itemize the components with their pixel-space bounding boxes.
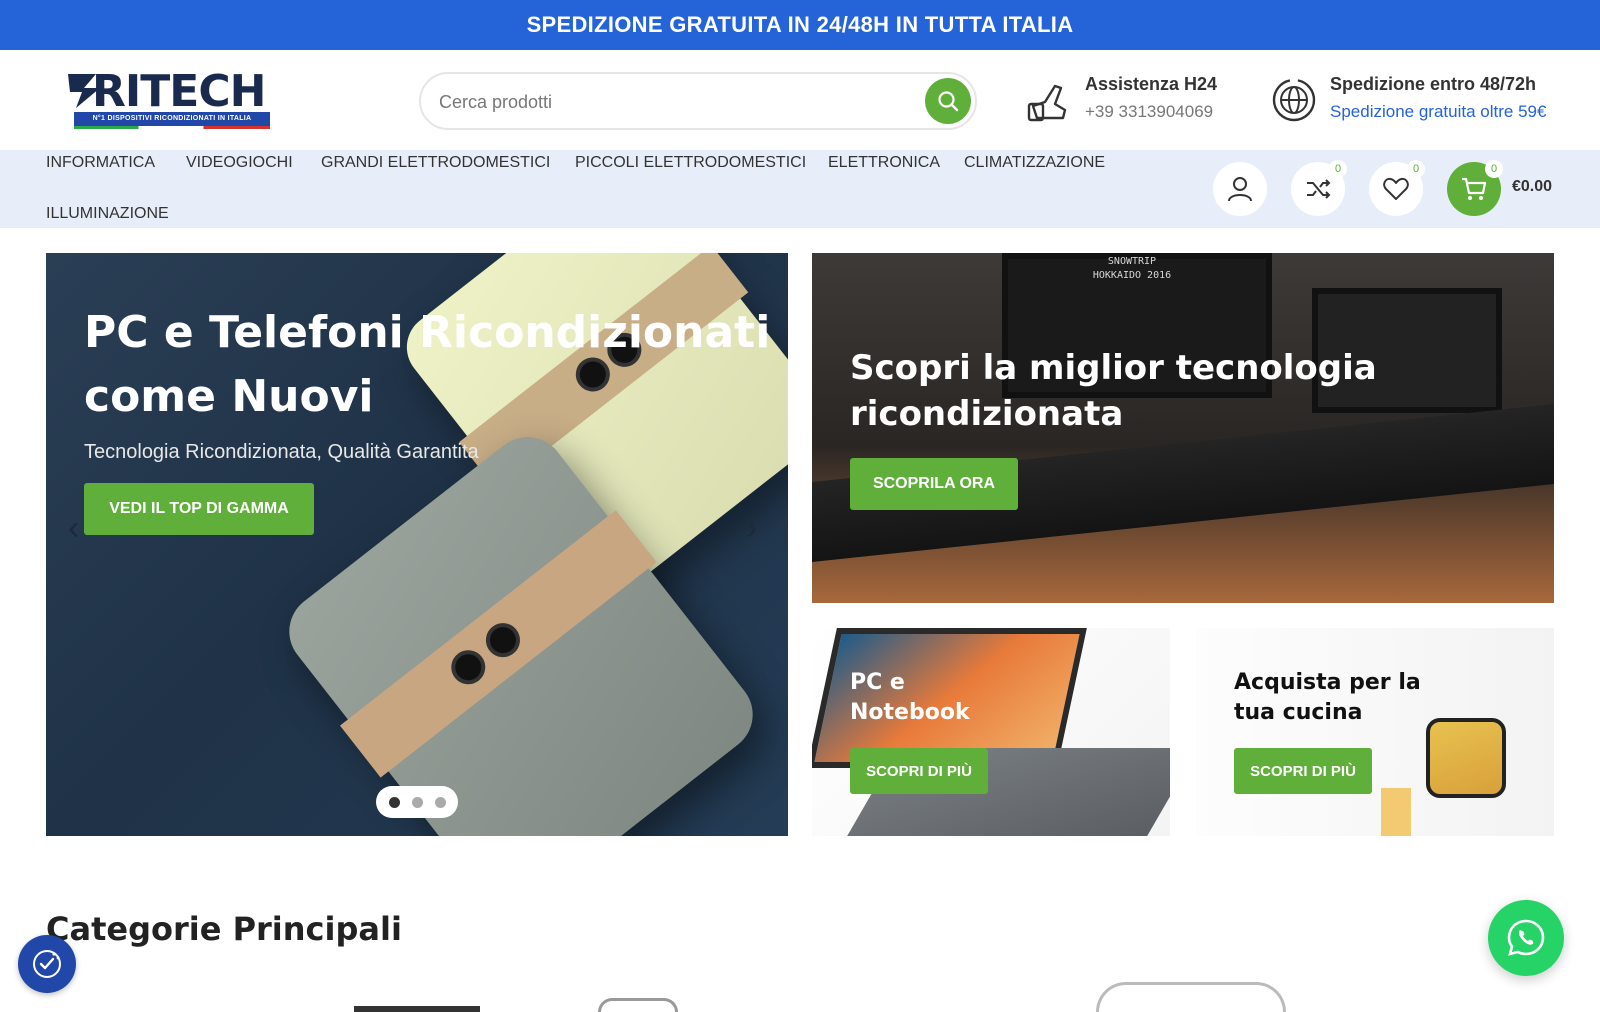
banner-pc-notebook[interactable]: PC e Notebook SCOPRI DI PIÙ — [812, 628, 1170, 836]
shipping-title: Spedizione entro 48/72h — [1330, 74, 1537, 94]
slider-dot-2[interactable] — [411, 796, 423, 808]
category-image-2[interactable] — [598, 998, 678, 1012]
category-image-1[interactable] — [354, 1006, 480, 1012]
logo-wordmark: RITECH — [92, 66, 266, 117]
compare-count-badge: 0 — [1329, 160, 1347, 178]
kitchen-appliance-image — [1426, 718, 1506, 798]
cookie-icon — [33, 950, 61, 978]
phone-icon — [1027, 84, 1067, 122]
hero-cta-button[interactable]: VEDI IL TOP DI GAMMA — [84, 483, 314, 535]
heart-icon — [1383, 177, 1409, 200]
logo-tagline: N°1 DISPOSITIVI RICONDIZIONATI IN ITALIA — [92, 115, 252, 122]
banner-tecnologia-button[interactable]: SCOPRILA ORA — [850, 458, 1018, 510]
logo-tagline-bar: N°1 DISPOSITIVI RICONDIZIONATI IN ITALIA — [74, 112, 270, 126]
slider-pagination — [376, 786, 458, 818]
whatsapp-button[interactable] — [1488, 900, 1564, 976]
slider-dot-3[interactable] — [434, 796, 446, 808]
cart-icon — [1462, 177, 1487, 200]
promo-text: SPEDIZIONE GRATUITA IN 24/48H IN TUTTA I… — [526, 12, 1074, 37]
banner-tecnologia[interactable]: SNOWTRIP HOKKAIDO 2016 Scopri la miglior… — [812, 253, 1554, 603]
hero-slider: PC e Telefoni Ricondizionati come Nuovi … — [46, 253, 788, 836]
nav-item-informatica[interactable]: INFORMATICA — [46, 154, 155, 172]
wishlist-button[interactable]: 0 — [1369, 160, 1425, 216]
cart-count-badge: 0 — [1485, 160, 1503, 178]
nav-item-climatizzazione[interactable]: CLIMATIZZAZIONE — [964, 154, 1105, 172]
category-image-3[interactable] — [1096, 982, 1286, 1012]
monitor-screen-text: SNOWTRIP HOKKAIDO 2016 — [1092, 256, 1172, 281]
promo-topbar: SPEDIZIONE GRATUITA IN 24/48H IN TUTTA I… — [0, 0, 1600, 50]
site-logo[interactable]: RITECH N°1 DISPOSITIVI RICONDIZIONATI IN… — [68, 66, 270, 130]
site-header: RITECH N°1 DISPOSITIVI RICONDIZIONATI IN… — [0, 50, 1600, 150]
shuffle-icon — [1307, 179, 1331, 199]
nav-item-illuminazione[interactable]: ILLUMINAZIONE — [46, 205, 169, 223]
banner-tecnologia-title: Scopri la miglior tecnologia ricondizion… — [850, 348, 1377, 434]
support-title: Assistenza H24 — [1085, 74, 1218, 94]
compare-button[interactable]: 0 — [1291, 160, 1347, 216]
search-bar — [419, 72, 977, 130]
main-nav: INFORMATICA VIDEOGIOCHI GRANDI ELETTRODO… — [0, 150, 1600, 228]
cart-total[interactable]: €0.00 — [1512, 178, 1552, 196]
whatsapp-icon — [1507, 919, 1545, 956]
nav-item-grandi-elettrodomestici[interactable]: GRANDI ELETTRODOMESTICI — [321, 154, 550, 172]
user-icon — [1228, 177, 1252, 202]
globe-icon — [1272, 78, 1316, 122]
search-input[interactable] — [439, 88, 899, 116]
shipping-subtitle[interactable]: Spedizione gratuita oltre 59€ — [1330, 102, 1546, 122]
hero-title: PC e Telefoni Ricondizionati come Nuovi — [84, 307, 771, 422]
cookie-settings-button[interactable] — [18, 935, 76, 993]
hero-subtitle: Tecnologia Ricondizionata, Qualità Garan… — [84, 441, 479, 463]
nav-item-piccoli-elettrodomestici[interactable]: PICCOLI ELETTRODOMESTICI — [575, 154, 806, 172]
banner-cucina-title: Acquista per la tua cucina — [1234, 670, 1421, 725]
cart-button[interactable]: 0 — [1447, 160, 1503, 216]
support-phone[interactable]: +39 3313904069 — [1085, 102, 1213, 122]
juice-glass-image — [1381, 788, 1411, 836]
slider-prev-arrow-icon[interactable]: ‹ — [68, 509, 79, 548]
banner-cucina-button[interactable]: SCOPRI DI PIÙ — [1234, 748, 1372, 794]
nav-item-videogiochi[interactable]: VIDEOGIOCHI — [186, 154, 293, 172]
slider-dot-1[interactable] — [388, 796, 400, 808]
search-icon — [938, 91, 959, 112]
banner-pc-button[interactable]: SCOPRI DI PIÙ — [850, 748, 988, 794]
account-button[interactable] — [1213, 162, 1267, 216]
banner-cucina[interactable]: Acquista per la tua cucina SCOPRI DI PIÙ — [1196, 628, 1554, 836]
logo-flag-stripe — [74, 126, 270, 129]
slider-next-arrow-icon[interactable]: › — [746, 509, 757, 548]
categories-title: Categorie Principali — [46, 910, 402, 948]
search-button[interactable] — [925, 78, 971, 124]
banner-pc-title: PC e Notebook — [850, 670, 970, 725]
nav-item-elettronica[interactable]: ELETTRONICA — [828, 154, 940, 172]
wishlist-count-badge: 0 — [1407, 160, 1425, 178]
